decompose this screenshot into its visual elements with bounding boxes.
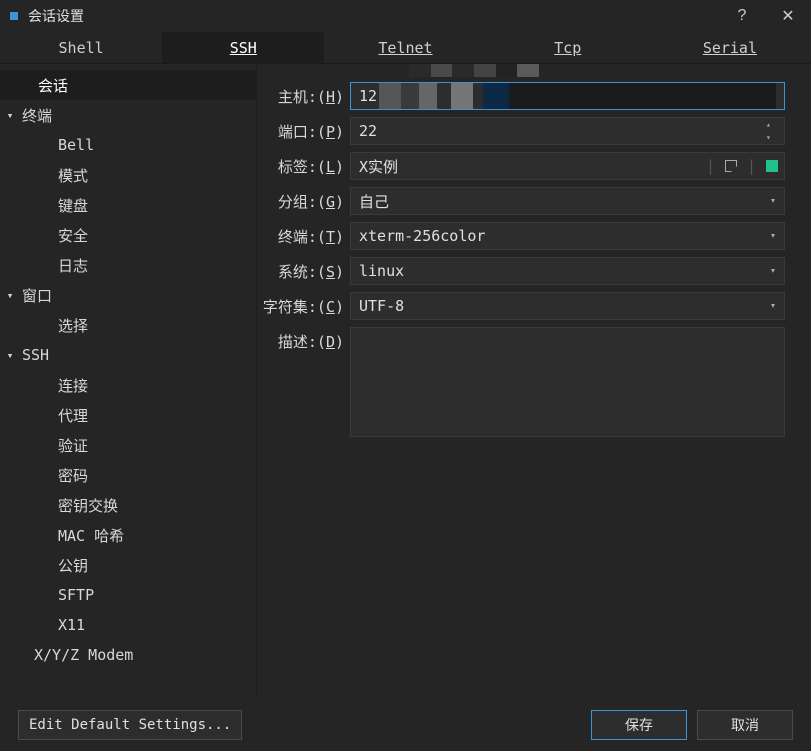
- group-select[interactable]: 自己 ▾: [350, 187, 785, 215]
- sidebar-item-mac[interactable]: MAC 哈希: [0, 520, 256, 550]
- spin-icon[interactable]: ▴▾: [766, 120, 780, 142]
- title-bar: 会话设置 ? ✕: [0, 0, 811, 32]
- edit-icon[interactable]: [725, 160, 737, 172]
- port-input[interactable]: 22 ▴▾: [350, 117, 785, 145]
- sidebar-item-log[interactable]: 日志: [0, 250, 256, 280]
- terminal-label: 终端:(T): [257, 226, 350, 247]
- edit-defaults-button[interactable]: Edit Default Settings...: [18, 710, 242, 740]
- sidebar-item-window[interactable]: ▾窗口: [0, 280, 256, 310]
- sidebar-item-security[interactable]: 安全: [0, 220, 256, 250]
- description-textarea[interactable]: [350, 327, 785, 437]
- chevron-down-icon: ▾: [770, 231, 776, 242]
- charset-label: 字符集:(C): [257, 296, 350, 317]
- label-input[interactable]: X实例 | |: [350, 152, 785, 180]
- redaction-mask: [379, 83, 776, 109]
- host-input[interactable]: 12: [350, 82, 785, 110]
- tab-bar: Shell SSH Telnet Tcp Serial: [0, 32, 811, 64]
- label-label: 标签:(L): [257, 156, 350, 177]
- sidebar-item-bell[interactable]: Bell: [0, 130, 256, 160]
- sidebar-item-connect[interactable]: 连接: [0, 370, 256, 400]
- tab-tcp[interactable]: Tcp: [487, 32, 649, 63]
- help-button[interactable]: ?: [719, 7, 765, 25]
- tab-ssh[interactable]: SSH: [162, 32, 324, 63]
- tab-shell[interactable]: Shell: [0, 32, 162, 63]
- terminal-select[interactable]: xterm-256color ▾: [350, 222, 785, 250]
- sidebar-item-x11[interactable]: X11: [0, 610, 256, 640]
- group-label: 分组:(G): [257, 191, 350, 212]
- chevron-down-icon: ▾: [770, 266, 776, 277]
- host-label: 主机:(H): [257, 86, 350, 107]
- close-button[interactable]: ✕: [765, 6, 811, 26]
- sidebar-item-sftp[interactable]: SFTP: [0, 580, 256, 610]
- port-label: 端口:(P): [257, 121, 350, 142]
- tab-telnet[interactable]: Telnet: [324, 32, 486, 63]
- sidebar-item-pubkey[interactable]: 公钥: [0, 550, 256, 580]
- charset-select[interactable]: UTF-8 ▾: [350, 292, 785, 320]
- tab-serial[interactable]: Serial: [649, 32, 811, 63]
- sidebar-item-kex[interactable]: 密钥交换: [0, 490, 256, 520]
- sidebar-item-terminal[interactable]: ▾终端: [0, 100, 256, 130]
- save-button[interactable]: 保存: [591, 710, 687, 740]
- chevron-down-icon: ▾: [770, 196, 776, 207]
- desc-label: 描述:(D): [257, 327, 350, 352]
- chevron-down-icon: ▾: [770, 301, 776, 312]
- sidebar-item-ssh[interactable]: ▾SSH: [0, 340, 256, 370]
- sidebar-item-auth[interactable]: 验证: [0, 430, 256, 460]
- form-panel: 主机:(H) 12 端口:(P: [257, 64, 811, 699]
- separator-icon: |: [747, 157, 756, 175]
- caret-down-icon: ▾: [4, 109, 16, 122]
- caret-down-icon: ▾: [4, 349, 16, 362]
- sidebar-item-modem[interactable]: X/Y/Z Modem: [0, 640, 256, 670]
- separator-icon: |: [706, 157, 715, 175]
- system-select[interactable]: linux ▾: [350, 257, 785, 285]
- color-swatch[interactable]: [766, 160, 778, 172]
- decorative-glitch: [409, 64, 539, 77]
- app-icon: [10, 12, 18, 20]
- window-title: 会话设置: [28, 6, 84, 26]
- sidebar-item-keyboard[interactable]: 键盘: [0, 190, 256, 220]
- sidebar-item-proxy[interactable]: 代理: [0, 400, 256, 430]
- system-label: 系统:(S): [257, 261, 350, 282]
- sidebar-item-session[interactable]: 会话: [0, 70, 256, 100]
- sidebar: 会话 ▾终端 Bell 模式 键盘 安全 日志 ▾窗口 选择 ▾SSH 连接 代…: [0, 64, 257, 699]
- sidebar-item-select[interactable]: 选择: [0, 310, 256, 340]
- cancel-button[interactable]: 取消: [697, 710, 793, 740]
- sidebar-item-mode[interactable]: 模式: [0, 160, 256, 190]
- footer: Edit Default Settings... 保存 取消: [0, 699, 811, 751]
- sidebar-item-password[interactable]: 密码: [0, 460, 256, 490]
- caret-down-icon: ▾: [4, 289, 16, 302]
